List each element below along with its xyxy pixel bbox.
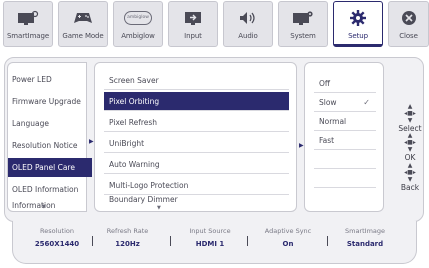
menu1-item[interactable]: Power LED xyxy=(8,70,87,89)
status-input-source: Input Source HDMI 1 xyxy=(189,227,231,248)
option-item[interactable] xyxy=(314,188,376,207)
menu-level1: Power LED Firmware Upgrade Language Reso… xyxy=(7,62,92,213)
menu1-item[interactable]: Firmware Upgrade xyxy=(8,92,87,111)
scroll-down-icon[interactable]: ▼ xyxy=(157,205,161,211)
tab-system[interactable]: System xyxy=(278,1,328,47)
scroll-down-icon[interactable]: ▼ xyxy=(42,204,46,210)
menu1-item[interactable]: Resolution Notice xyxy=(8,136,87,155)
menu1-item[interactable]: Language xyxy=(8,114,87,133)
ok-control[interactable]: ▲ ◂■▸ ▼ OK xyxy=(393,132,427,162)
option-item[interactable]: Normal xyxy=(314,112,376,131)
tab-ambiglow[interactable]: ambiglow Ambiglow xyxy=(113,1,163,47)
speaker-icon xyxy=(238,8,258,28)
tab-game-mode[interactable]: Game Mode xyxy=(58,1,108,47)
menu-level3: Off Slow ✓ Normal Fast xyxy=(304,62,384,212)
select-control[interactable]: ▲ ◂■▸ ▼ Select xyxy=(393,103,427,133)
navigate-icon: ▲ ◂■▸ ▼ xyxy=(404,103,416,124)
tab-input[interactable]: Input xyxy=(168,1,218,47)
menu1-item[interactable]: Information xyxy=(8,198,87,213)
menu2-item[interactable]: Pixel Refresh xyxy=(104,113,289,132)
back-icon: ▲ ◂■▸ ▼ xyxy=(404,162,416,183)
option-item[interactable]: Fast xyxy=(314,131,376,150)
tab-label: Input xyxy=(184,32,202,40)
menu2-item[interactable]: Screen Saver xyxy=(104,71,289,90)
system-icon xyxy=(292,8,314,28)
tab-close[interactable]: Close xyxy=(388,1,429,47)
tab-audio[interactable]: Audio xyxy=(223,1,273,47)
tab-label: Setup xyxy=(348,32,368,40)
option-item[interactable] xyxy=(314,150,376,169)
status-adaptive-sync: Adaptive Sync On xyxy=(264,227,312,248)
status-smartimage: SmartImage Standard xyxy=(344,227,386,248)
tab-label: SmartImage xyxy=(6,32,50,40)
menu-level2: Screen Saver Pixel Orbiting Pixel Refres… xyxy=(94,62,297,212)
smartimage-icon xyxy=(17,8,39,28)
tab-setup[interactable]: Setup xyxy=(333,1,383,47)
top-tab-bar: SmartImage Game Mode ambiglow Ambiglow I… xyxy=(3,1,429,48)
status-divider xyxy=(92,236,93,246)
status-divider xyxy=(247,236,248,246)
tab-smartimage[interactable]: SmartImage xyxy=(3,1,53,47)
status-refresh-rate: Refresh Rate 120Hz xyxy=(106,227,149,248)
status-divider xyxy=(327,236,328,246)
menu2-item-selected[interactable]: Pixel Orbiting xyxy=(104,92,289,111)
ok-label: OK xyxy=(404,153,416,162)
option-item[interactable] xyxy=(314,169,376,188)
gear-icon xyxy=(349,8,367,28)
tab-label: Close xyxy=(399,32,418,40)
submenu-arrow-icon: ▶ xyxy=(299,142,304,149)
menu1-item[interactable]: OLED Information xyxy=(8,180,87,199)
menu1-item-selected[interactable]: OLED Panel Care xyxy=(8,158,92,177)
back-label: Back xyxy=(400,183,420,192)
ambiglow-icon: ambiglow xyxy=(124,8,152,28)
back-control[interactable]: ▲ ◂■▸ ▼ Back xyxy=(393,162,427,192)
status-divider xyxy=(170,236,171,246)
status-resolution: Resolution 2560X1440 xyxy=(34,227,80,248)
option-item[interactable]: Off xyxy=(314,74,376,93)
tab-label: System xyxy=(290,32,316,40)
gamepad-icon xyxy=(73,8,93,28)
menu2-item[interactable]: Auto Warning xyxy=(104,155,289,174)
tab-label: Game Mode xyxy=(62,32,104,40)
tab-label: Ambiglow xyxy=(121,32,155,40)
input-icon xyxy=(183,8,203,28)
menu2-item[interactable]: Boundary Dimmer xyxy=(104,192,289,207)
close-icon xyxy=(401,8,417,28)
tab-label: Audio xyxy=(238,32,258,40)
check-icon: ✓ xyxy=(363,98,370,107)
option-item[interactable]: Slow ✓ xyxy=(314,93,376,112)
menu2-item[interactable]: UniBright xyxy=(104,134,289,153)
ok-icon: ▲ ◂■▸ ▼ xyxy=(404,132,416,153)
submenu-arrow-icon: ▶ xyxy=(89,138,94,145)
